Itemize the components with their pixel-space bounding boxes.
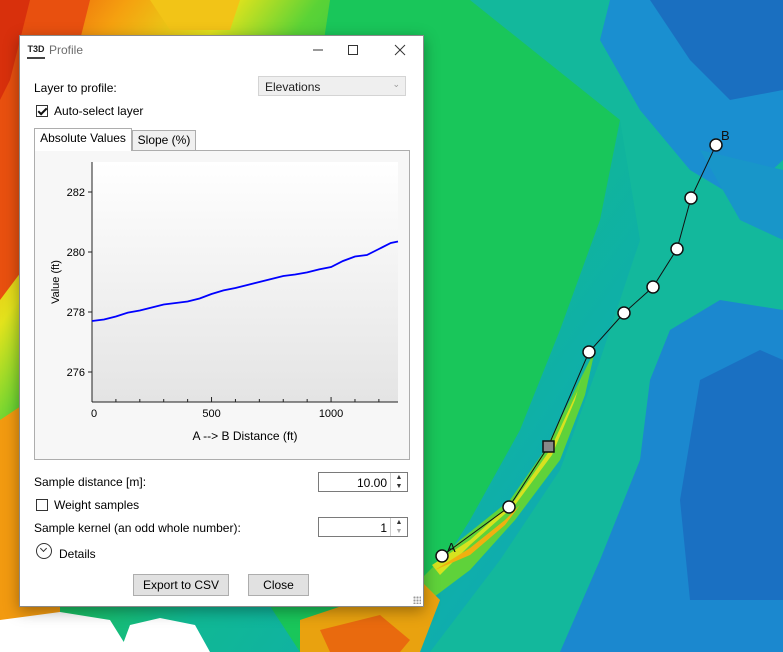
spin-down-icon[interactable]: ▼ — [391, 527, 407, 536]
layer-select[interactable]: Elevations ⌄ — [258, 76, 406, 96]
x-tick-label: 1000 — [319, 408, 343, 420]
profile-vertex[interactable] — [502, 500, 516, 514]
details-expand-icon[interactable] — [36, 543, 52, 559]
tab-absolute-values[interactable]: Absolute Values — [34, 128, 132, 151]
minimize-button[interactable] — [303, 40, 333, 60]
profile-vertex[interactable] — [617, 306, 631, 320]
x-axis-title: A --> B Distance (ft) — [192, 429, 297, 443]
chevron-down-icon: ⌄ — [392, 79, 400, 89]
sample-kernel-value: 1 — [380, 521, 387, 535]
layer-select-value: Elevations — [265, 80, 321, 94]
y-tick-label: 280 — [67, 247, 85, 259]
app-logo-icon: T3D — [27, 41, 45, 59]
export-csv-button[interactable]: Export to CSV — [133, 574, 229, 596]
close-button[interactable]: Close — [248, 574, 309, 596]
sample-kernel-spinner[interactable]: ▲ ▼ — [390, 518, 407, 536]
profile-cursor-marker[interactable] — [542, 440, 555, 453]
y-axis-title: Value (ft) — [50, 260, 62, 304]
x-tick-label: 500 — [202, 408, 220, 420]
spin-down-icon[interactable]: ▼ — [391, 482, 407, 491]
y-tick-label: 278 — [67, 307, 85, 319]
plot-background — [92, 162, 398, 402]
spin-up-icon[interactable]: ▲ — [391, 518, 407, 527]
sample-kernel-label: Sample kernel (an odd whole number): — [34, 521, 241, 535]
profile-vertex[interactable] — [670, 242, 684, 256]
auto-select-checkbox[interactable] — [36, 105, 48, 117]
minimize-icon — [313, 49, 323, 51]
x-tick-label: 0 — [91, 408, 97, 420]
sample-distance-input[interactable]: 10.00 ▲ ▼ — [318, 472, 408, 492]
sample-distance-spinner[interactable]: ▲ ▼ — [390, 473, 407, 491]
sample-distance-value: 10.00 — [356, 476, 387, 490]
maximize-icon — [348, 45, 358, 55]
spin-up-icon[interactable]: ▲ — [391, 473, 407, 482]
weight-samples-label: Weight samples — [54, 498, 140, 512]
maximize-button[interactable] — [338, 40, 368, 60]
window-title: Profile — [49, 43, 84, 57]
title-bar[interactable]: T3D Profile — [20, 36, 423, 64]
profile-dialog: T3D Profile Layer to profile: Elevations… — [19, 35, 424, 607]
close-icon — [394, 44, 406, 56]
y-tick-label: 276 — [67, 367, 85, 379]
auto-select-label: Auto-select layer — [54, 104, 144, 118]
layer-to-profile-label: Layer to profile: — [34, 81, 117, 95]
y-tick-label: 282 — [67, 187, 85, 199]
profile-vertex[interactable] — [684, 191, 698, 205]
weight-samples-checkbox[interactable] — [36, 499, 48, 511]
profile-vertex[interactable] — [646, 280, 660, 294]
profile-chart: 276 278 280 282 0 500 1000 A --> B Distance (f… — [50, 162, 399, 443]
close-window-button[interactable] — [385, 40, 415, 60]
tab-slope[interactable]: Slope (%) — [132, 130, 196, 151]
profile-vertex[interactable] — [582, 345, 596, 359]
sample-kernel-input[interactable]: 1 ▲ ▼ — [318, 517, 408, 537]
details-toggle-label[interactable]: Details — [59, 547, 96, 561]
sample-distance-label: Sample distance [m]: — [34, 475, 147, 489]
chart-panel: 276 278 280 282 0 500 1000 A --> B Distance (f… — [34, 150, 410, 460]
point-a-label: A — [447, 540, 456, 555]
point-b-label: B — [721, 128, 730, 143]
resize-grip-icon[interactable] — [413, 596, 421, 604]
